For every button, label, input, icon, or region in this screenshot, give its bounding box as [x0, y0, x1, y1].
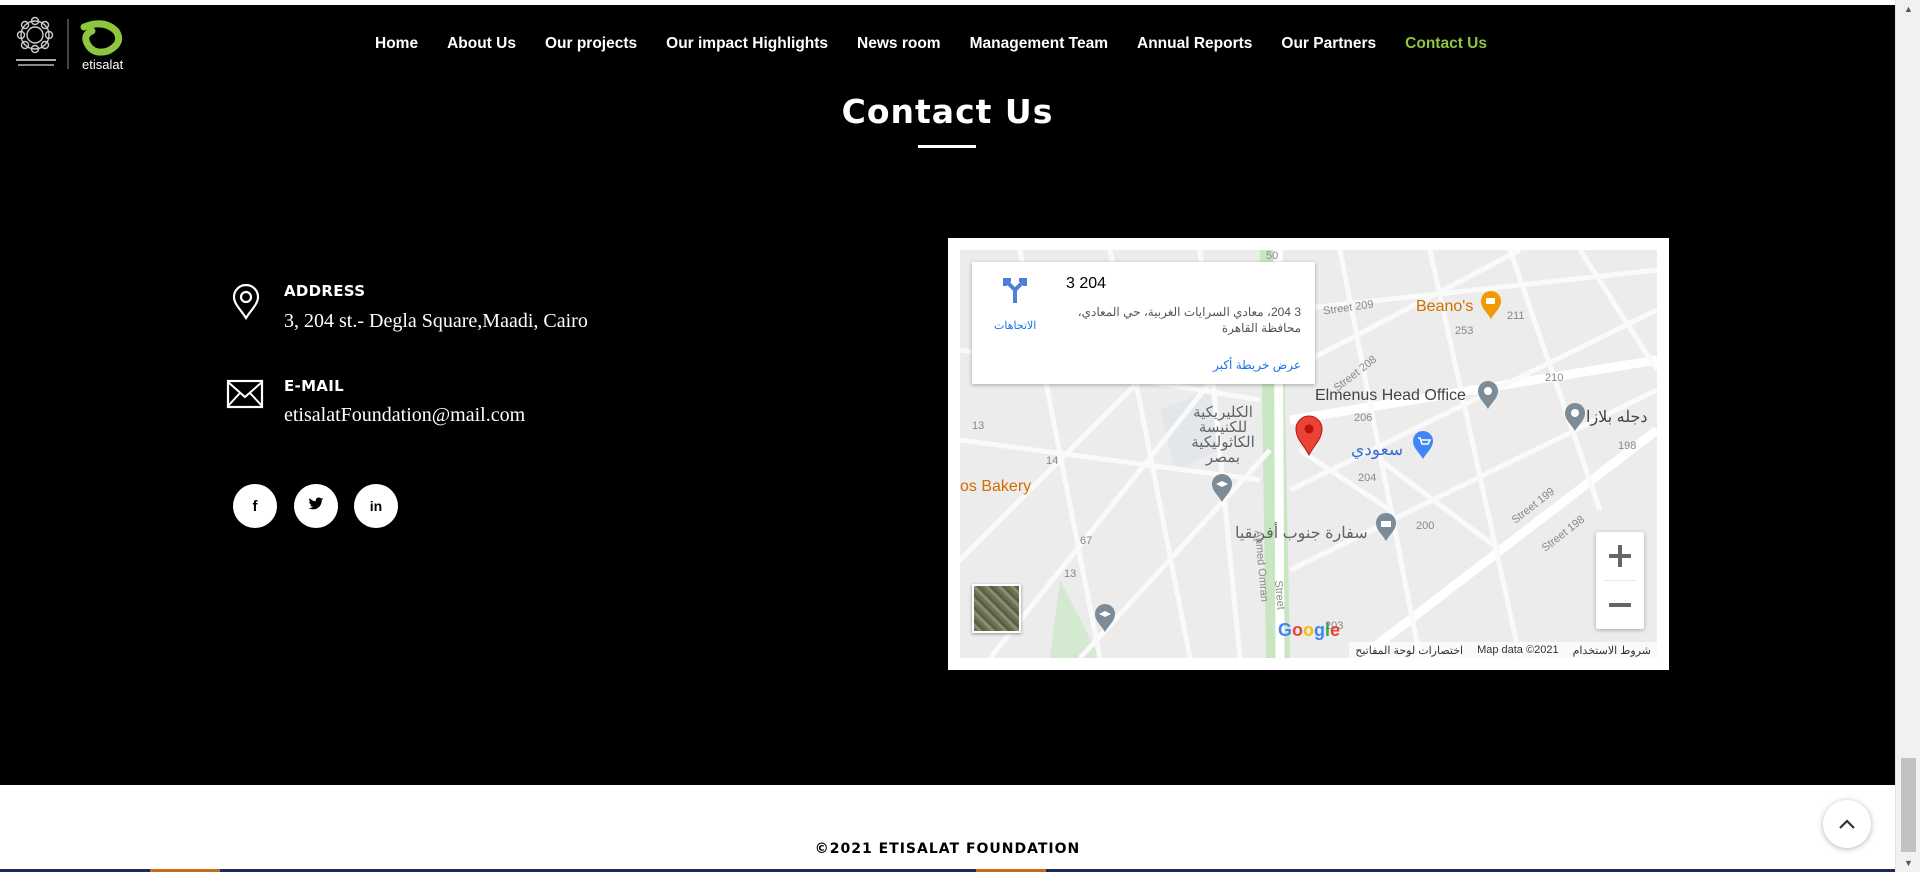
foundation-logo[interactable]: etisalat	[12, 13, 132, 75]
email-value[interactable]: etisalatFoundation@mail.com	[284, 404, 525, 427]
twitter-icon	[308, 497, 324, 515]
zoom-out-button[interactable]	[1596, 581, 1644, 629]
map-label-saudi[interactable]: سعودي	[1351, 440, 1403, 460]
scrollbar-thumb[interactable]	[1901, 758, 1916, 852]
keyboard-shortcuts-link[interactable]: اختصارات لوحة المفاتيح	[1355, 644, 1463, 657]
school-pin-icon-2[interactable]	[1093, 603, 1117, 637]
map-label-204: 204	[1358, 472, 1377, 484]
minus-icon	[1609, 603, 1631, 607]
shopping-pin-icon[interactable]	[1411, 430, 1435, 464]
nav-contact-us[interactable]: Contact Us	[1405, 35, 1487, 53]
map-label-14: 14	[1046, 455, 1059, 467]
scroll-down-arrow-icon[interactable]: ▼	[1896, 854, 1920, 872]
envelope-icon	[226, 378, 264, 415]
map-label-degla-plaza[interactable]: دجله بلازا	[1586, 407, 1648, 427]
title-underline	[918, 145, 976, 148]
location-pin-icon	[229, 283, 263, 325]
school-pin-icon[interactable]	[1210, 473, 1234, 507]
main-nav: Home About Us Our projects Our impact Hi…	[375, 35, 1516, 53]
facebook-icon: f	[252, 497, 258, 515]
terms-of-use-link[interactable]: شروط الاستخدام	[1573, 644, 1651, 657]
nav-about-us[interactable]: About Us	[447, 35, 516, 53]
location-marker-icon[interactable]	[1294, 414, 1324, 461]
map-label-50: 50	[1266, 250, 1279, 262]
linkedin-button[interactable]: in	[354, 484, 398, 528]
facebook-button[interactable]: f	[233, 484, 277, 528]
map-label-beanos[interactable]: Beano's	[1416, 298, 1473, 316]
scroll-up-arrow-icon[interactable]: ▲	[1896, 0, 1920, 18]
chevron-up-icon	[1839, 819, 1855, 829]
map-data-attribution: Map data ©2021	[1477, 644, 1559, 656]
linkedin-icon: in	[369, 498, 383, 514]
page-title: Contact Us	[841, 92, 1054, 131]
zoom-in-button[interactable]	[1596, 532, 1644, 580]
address-value: 3, 204 st.- Degla Square,Maadi, Cairo	[284, 310, 588, 332]
map-label-206: 206	[1354, 412, 1373, 424]
map-label-street: Street	[1272, 580, 1287, 611]
map-label-13: 13	[972, 420, 985, 432]
site-header: etisalat Home About Us Our projects Our …	[0, 5, 1895, 77]
email-label: E-MAIL	[284, 377, 344, 395]
map-label-200: 200	[1416, 520, 1435, 532]
map-label-13b: 13	[1064, 568, 1077, 580]
nav-news-room[interactable]: News room	[857, 35, 941, 53]
embassy-pin-icon[interactable]	[1374, 512, 1398, 546]
plus-icon	[1609, 545, 1631, 567]
nav-our-partners[interactable]: Our Partners	[1281, 35, 1376, 53]
nav-impact-highlights[interactable]: Our impact Highlights	[666, 35, 828, 53]
map-footer: اختصارات لوحة المفاتيح Map data ©2021 شر…	[1349, 642, 1657, 658]
map-label-church[interactable]: الكليريكية للكنيسة الكاثوليكية بمصر	[1178, 405, 1268, 465]
google-logo: Google	[1278, 620, 1341, 640]
place-address: 3 204، معادي السرايات الغربية، حي المعاد…	[1077, 305, 1301, 335]
view-larger-map-link[interactable]: عرض خريطة أكبر	[1213, 358, 1301, 372]
directions-link[interactable]: الاتجاهات	[994, 319, 1036, 332]
nav-management-team[interactable]: Management Team	[970, 35, 1108, 53]
plaza-pin-icon[interactable]	[1563, 402, 1587, 436]
satellite-view-toggle[interactable]	[972, 584, 1021, 633]
map-frame: Beano's Elmenus Head Office دجله بلازا س…	[948, 238, 1669, 670]
map-label-bakery[interactable]: os Bakery	[960, 478, 1031, 496]
directions-icon[interactable]	[1002, 276, 1028, 309]
map-label-210: 210	[1545, 372, 1564, 384]
etisalat-logo-text: etisalat	[82, 57, 124, 72]
map-label-253: 253	[1455, 325, 1474, 337]
address-label: ADDRESS	[284, 282, 366, 300]
page-scrollbar[interactable]: ▲ ▼	[1895, 0, 1920, 872]
map-label-211: 211	[1507, 310, 1525, 322]
nav-annual-reports[interactable]: Annual Reports	[1137, 35, 1252, 53]
place-name: 3 204	[1066, 275, 1107, 292]
copyright-text: ©2021 ETISALAT FOUNDATION	[814, 841, 1081, 857]
back-to-top-button[interactable]	[1823, 800, 1871, 848]
map-label-198: 198	[1618, 440, 1637, 452]
office-pin-icon[interactable]	[1476, 380, 1500, 414]
nav-home[interactable]: Home	[375, 35, 418, 53]
zoom-controls	[1596, 532, 1644, 629]
nav-our-projects[interactable]: Our projects	[545, 35, 637, 53]
twitter-button[interactable]	[294, 484, 338, 528]
map-info-card: الاتجاهات 3 204 3 204، معادي السرايات ال…	[972, 262, 1315, 384]
map-label-67: 67	[1080, 535, 1093, 547]
google-map[interactable]: Beano's Elmenus Head Office دجله بلازا س…	[960, 250, 1657, 658]
cafe-pin-icon[interactable]	[1479, 290, 1503, 324]
